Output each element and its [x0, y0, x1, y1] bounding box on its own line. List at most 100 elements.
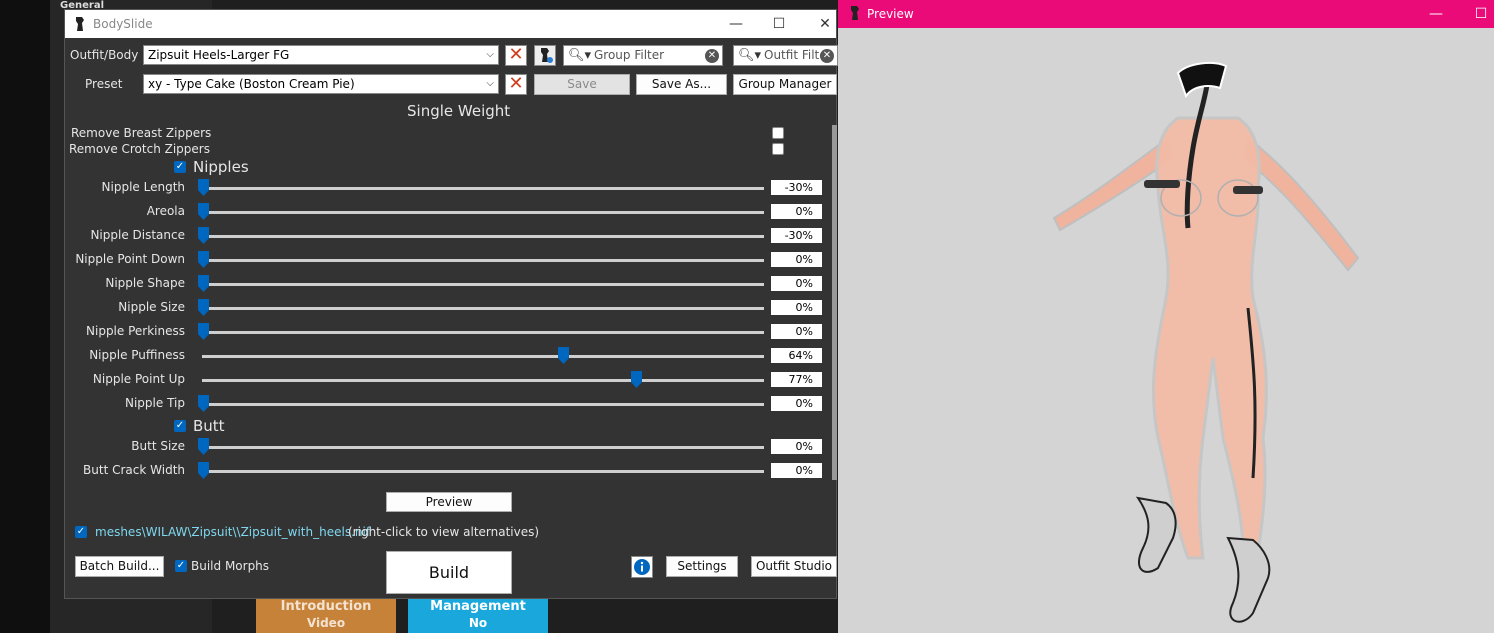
preview-window[interactable]: Preview — ☐ — [838, 0, 1494, 633]
preset-label: Preset — [85, 77, 123, 91]
nipple-shape-label: Nipple Shape — [105, 276, 185, 290]
nipple-puffiness-value-input[interactable]: 64% — [771, 348, 822, 363]
nipple-length-value-input[interactable]: -30% — [771, 180, 822, 195]
clear-preset-button[interactable]: ✕ — [505, 74, 527, 95]
preview-titlebar[interactable]: Preview — ☐ — [838, 0, 1494, 28]
butt-group-label: Butt — [193, 417, 225, 435]
nipple-distance-label: Nipple Distance — [90, 228, 185, 242]
background-tile-introduction[interactable]: Introduction Video — [256, 598, 396, 633]
background-tile-management[interactable]: Management No — [408, 598, 548, 633]
bodyslide-window: BodySlide — ☐ ✕ Outfit/Body Zipsuit Heel… — [64, 9, 838, 599]
nipple-tip-slider-track[interactable] — [202, 403, 764, 406]
settings-button[interactable]: Settings — [666, 556, 738, 577]
areola-slider-track[interactable] — [202, 211, 764, 214]
nipple-distance-value-input[interactable]: -30% — [771, 228, 822, 243]
preview-title: Preview — [867, 7, 914, 21]
nipple-perkiness-value-input[interactable]: 0% — [771, 324, 822, 339]
preview-button[interactable]: Preview — [386, 492, 512, 512]
maximize-button[interactable]: ☐ — [764, 13, 794, 35]
sliders-scrollbar[interactable] — [832, 125, 837, 480]
bodyslide-app-icon — [851, 6, 859, 20]
background-left-panel — [0, 0, 50, 633]
remove-crotch-zippers-label: Remove Crotch Zippers — [69, 142, 210, 156]
nipple-size-slider-thumb[interactable] — [198, 299, 209, 316]
window-title: BodySlide — [93, 17, 153, 31]
tile-line1: Introduction — [280, 599, 372, 614]
remove-breast-zippers-checkbox[interactable] — [772, 127, 784, 139]
clear-search-icon[interactable]: ✕ — [820, 49, 834, 63]
butt-size-slider-thumb[interactable] — [198, 438, 209, 455]
areola-slider-thumb[interactable] — [198, 203, 209, 220]
nipple-tip-slider-thumb[interactable] — [198, 395, 209, 412]
close-icon: ✕ — [508, 73, 524, 94]
maximize-button[interactable]: ☐ — [1466, 3, 1494, 25]
nipple-perkiness-slider-track[interactable] — [202, 331, 764, 334]
body-model-preview[interactable] — [1048, 58, 1368, 633]
nipple-length-label: Nipple Length — [101, 180, 185, 194]
single-weight-title: Single Weight — [407, 102, 511, 120]
tile-line1: Management — [430, 599, 526, 614]
butt-group-checkbox[interactable]: ✓ — [174, 420, 186, 432]
remove-crotch-zippers-checkbox[interactable] — [772, 143, 784, 155]
nipple-shape-slider-thumb[interactable] — [198, 275, 209, 292]
outfit-studio-shortcut-button[interactable] — [534, 45, 556, 66]
tile-line2: No — [468, 616, 488, 630]
outfit-filter-input[interactable]: 🔍︎▾ Outfit Filter ✕ — [733, 45, 838, 66]
output-path-link[interactable]: meshes\WILAW\Zipsuit\\Zipsuit_with_heels… — [95, 525, 370, 539]
nipple-size-label: Nipple Size — [118, 300, 185, 314]
butt-crack-width-label: Butt Crack Width — [83, 463, 185, 477]
nipple-puffiness-slider-track[interactable] — [202, 355, 764, 358]
clear-search-icon[interactable]: ✕ — [705, 49, 719, 63]
nipple-point-up-value-input[interactable]: 77% — [771, 372, 822, 387]
minimize-button[interactable]: — — [1421, 3, 1451, 25]
build-morphs-checkbox[interactable]: ✓ — [175, 560, 187, 572]
butt-crack-width-slider-thumb[interactable] — [198, 462, 209, 479]
nipple-distance-slider-thumb[interactable] — [198, 227, 209, 244]
group-manager-button[interactable]: Group Manager — [733, 74, 837, 95]
nipples-group-label: Nipples — [193, 158, 249, 176]
chevron-down-icon: ⌵ — [486, 78, 494, 89]
build-button[interactable]: Build — [386, 551, 512, 594]
butt-crack-width-slider-track[interactable] — [202, 470, 764, 473]
nipple-puffiness-slider-thumb[interactable] — [557, 347, 569, 364]
nipple-perkiness-label: Nipple Perkiness — [86, 324, 185, 338]
preset-dropdown[interactable]: xy - Type Cake (Boston Cream Pie) ⌵ — [143, 74, 499, 94]
nipple-perkiness-slider-thumb[interactable] — [198, 323, 209, 340]
nipple-size-slider-track[interactable] — [202, 307, 764, 310]
output-path-note: (right-click to view alternatives) — [348, 525, 540, 539]
save-as-button[interactable]: Save As... — [636, 74, 727, 95]
outfit-studio-button[interactable]: Outfit Studio — [751, 556, 837, 577]
outfit-body-value: Zipsuit Heels-Larger FG — [148, 48, 290, 62]
close-button[interactable]: ✕ — [810, 13, 840, 35]
group-filter-input[interactable]: 🔍︎▾ Group Filter ✕ — [563, 45, 723, 66]
minimize-button[interactable]: — — [721, 13, 751, 35]
nipple-length-slider-track[interactable] — [202, 187, 764, 190]
save-button[interactable]: Save — [534, 74, 630, 95]
nipple-point-up-slider-thumb[interactable] — [630, 371, 642, 388]
output-path-checkbox[interactable]: ✓ — [75, 526, 87, 538]
bodyslide-titlebar[interactable]: BodySlide — ☐ ✕ — [65, 10, 836, 38]
bodyslide-icon — [541, 48, 553, 63]
nipple-point-down-value-input[interactable]: 0% — [771, 252, 822, 267]
clear-outfit-button[interactable]: ✕ — [505, 45, 527, 66]
info-button[interactable] — [631, 556, 653, 578]
batch-build-button[interactable]: Batch Build... — [75, 556, 164, 577]
butt-crack-width-value-input[interactable]: 0% — [771, 463, 822, 478]
nipple-point-down-slider-track[interactable] — [202, 259, 764, 262]
nipple-size-value-input[interactable]: 0% — [771, 300, 822, 315]
nipple-length-slider-thumb[interactable] — [198, 179, 209, 196]
nipple-point-down-slider-thumb[interactable] — [198, 251, 209, 268]
butt-size-value-input[interactable]: 0% — [771, 439, 822, 454]
outfit-body-dropdown[interactable]: Zipsuit Heels-Larger FG ⌵ — [143, 45, 499, 65]
nipple-tip-value-input[interactable]: 0% — [771, 396, 822, 411]
nipple-point-up-slider-track[interactable] — [202, 379, 764, 382]
build-morphs-label: Build Morphs — [191, 559, 270, 573]
nipples-group-checkbox[interactable]: ✓ — [174, 161, 186, 173]
bodyslide-app-icon — [76, 17, 84, 31]
nipple-shape-slider-track[interactable] — [202, 283, 764, 286]
nipple-point-up-label: Nipple Point Up — [92, 372, 185, 386]
nipple-distance-slider-track[interactable] — [202, 235, 764, 238]
butt-size-slider-track[interactable] — [202, 446, 764, 449]
nipple-shape-value-input[interactable]: 0% — [771, 276, 822, 291]
areola-value-input[interactable]: 0% — [771, 204, 822, 219]
